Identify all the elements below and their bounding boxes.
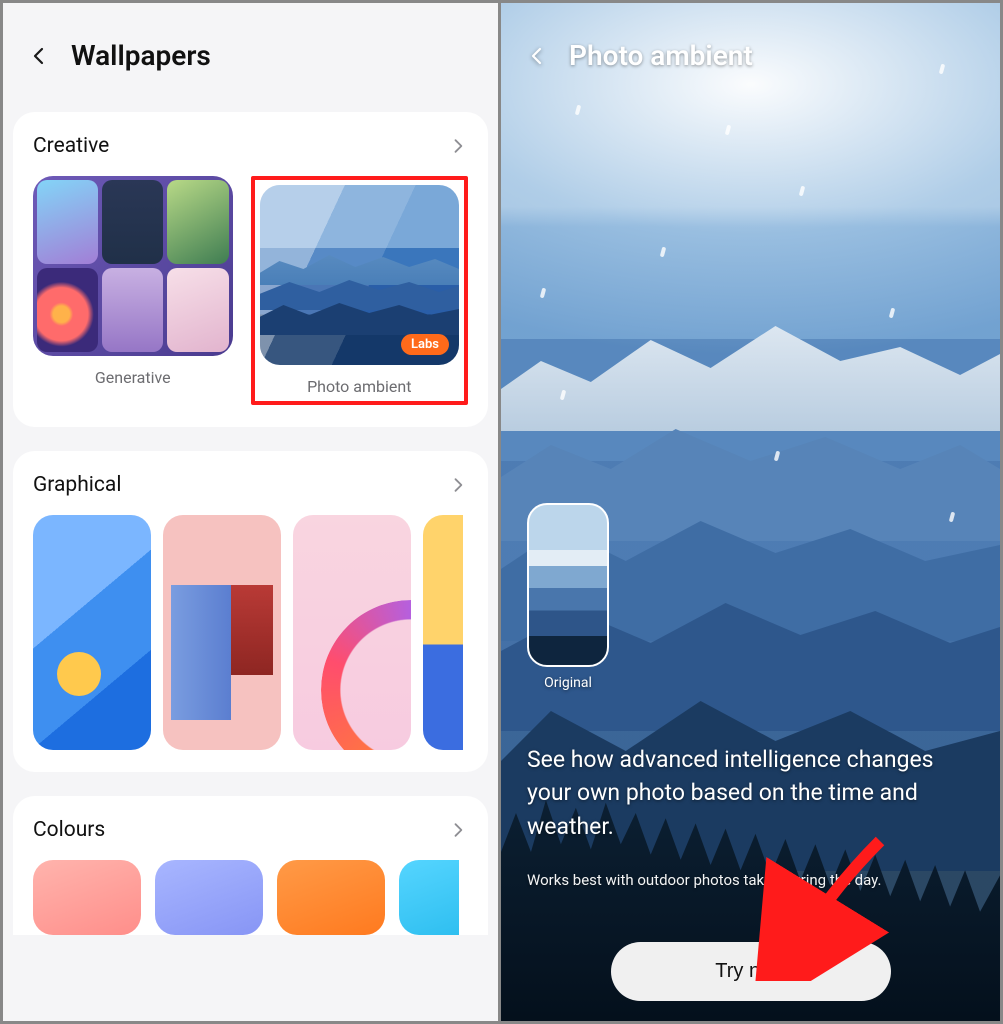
section-title: Graphical	[33, 473, 121, 497]
original-label: Original	[527, 675, 609, 691]
original-thumbnail	[527, 503, 609, 667]
wallpaper-thumb[interactable]	[423, 515, 463, 750]
colour-swatch[interactable]	[277, 860, 385, 935]
back-icon[interactable]	[525, 44, 549, 68]
section-title: Creative	[33, 134, 109, 158]
chevron-right-icon	[448, 136, 468, 156]
section-creative: Creative Generative Labs Photo ambient	[13, 112, 488, 427]
chevron-right-icon	[448, 475, 468, 495]
graphical-thumbs	[33, 515, 468, 750]
header: Photo ambient	[501, 3, 1000, 108]
description-text: See how advanced intelligence changes yo…	[527, 743, 974, 843]
photo-ambient-thumbnail: Labs	[260, 185, 460, 365]
wallpaper-thumb[interactable]	[33, 515, 151, 750]
labs-badge: Labs	[401, 334, 449, 355]
wallpapers-screen: Wallpapers Creative Generative Labs	[3, 3, 501, 1021]
wallpaper-thumb[interactable]	[293, 515, 411, 750]
photo-ambient-screen: Photo ambient Original See how advanced …	[501, 3, 1000, 1021]
colour-swatch[interactable]	[155, 860, 263, 935]
section-title: Colours	[33, 818, 105, 842]
colour-swatch[interactable]	[399, 860, 459, 935]
section-head-graphical[interactable]: Graphical	[33, 473, 468, 497]
chevron-right-icon	[448, 820, 468, 840]
description-block: See how advanced intelligence changes yo…	[527, 743, 974, 889]
thumb-label: Generative	[33, 368, 233, 387]
section-graphical: Graphical	[13, 451, 488, 772]
colour-swatches	[33, 860, 468, 935]
back-icon[interactable]	[27, 44, 51, 68]
section-head-colours[interactable]: Colours	[33, 818, 468, 842]
creative-item-photo-ambient[interactable]: Labs Photo ambient	[251, 176, 469, 405]
page-title: Wallpapers	[71, 39, 211, 72]
section-head-creative[interactable]: Creative	[33, 134, 468, 158]
try-now-button[interactable]: Try now	[611, 942, 891, 1001]
original-preview[interactable]: Original	[527, 503, 609, 691]
thumb-label: Photo ambient	[260, 377, 460, 396]
colour-swatch[interactable]	[33, 860, 141, 935]
page-title: Photo ambient	[569, 39, 753, 72]
note-text: Works best with outdoor photos taken dur…	[527, 871, 974, 889]
creative-item-generative[interactable]: Generative	[33, 176, 233, 405]
section-colours: Colours	[13, 796, 488, 935]
generative-thumbnail	[33, 176, 233, 356]
header: Wallpapers	[3, 3, 498, 112]
wallpaper-thumb[interactable]	[163, 515, 281, 750]
